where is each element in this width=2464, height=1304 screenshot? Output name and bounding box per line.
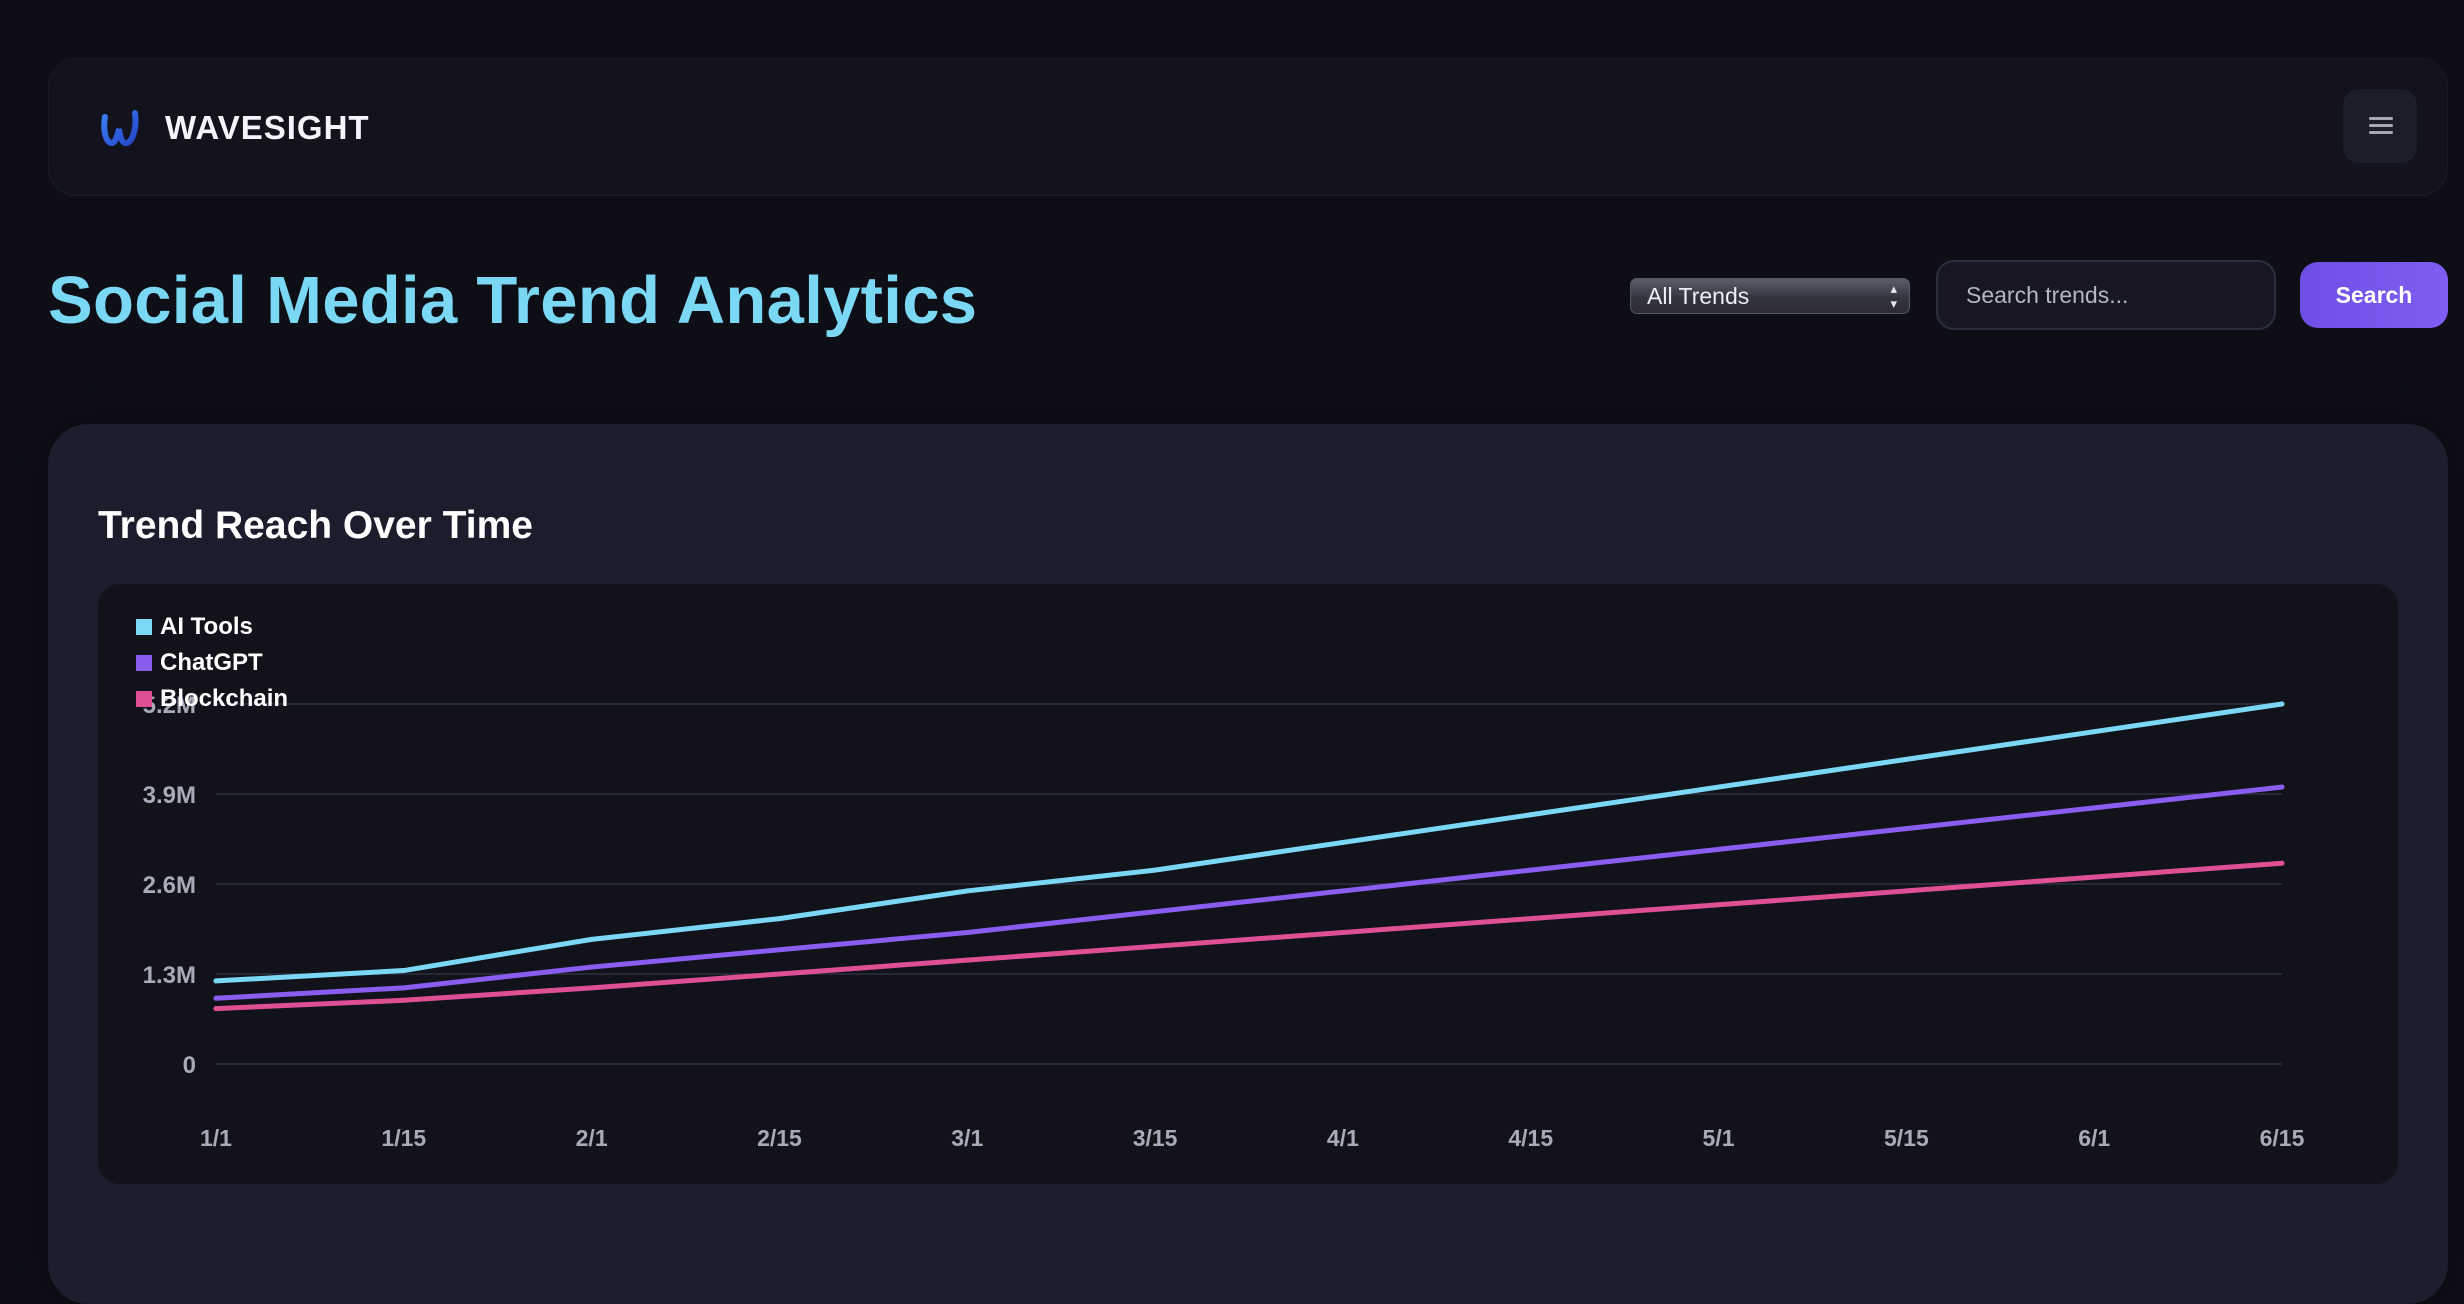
data-point [1340, 929, 1346, 935]
x-tick-label: 1/1 [200, 1125, 232, 1151]
trend-chart-card: Trend Reach Over Time 0 1.3M 2.6M 3.9M 5.2M 1… [48, 424, 2448, 1304]
y-tick-label: 1.3M [143, 962, 196, 989]
data-point [2091, 874, 2097, 880]
y-tick-label: 0 [183, 1052, 196, 1079]
data-point [1152, 943, 1158, 949]
x-tick-label: 2/15 [757, 1125, 802, 1151]
data-point [401, 968, 407, 974]
data-point [1716, 784, 1722, 790]
x-tick-label: 2/1 [576, 1125, 608, 1151]
data-point [589, 985, 595, 991]
data-point [2091, 729, 2097, 735]
trend-line-chart: 01.3M2.6M3.9M5.2M1/1 1/15 2/1 2/15 3/1 3/15 4/… [136, 613, 2305, 1151]
data-point [1528, 867, 1534, 873]
data-point [401, 985, 407, 991]
data-point [213, 1006, 219, 1012]
x-tick-label: 1/15 [381, 1125, 426, 1151]
x-tick-label: 3/15 [1133, 1125, 1178, 1151]
data-point [1340, 888, 1346, 894]
data-point [401, 997, 407, 1003]
data-point [1528, 812, 1534, 818]
data-point [964, 888, 970, 894]
x-tick-label: 5/15 [1884, 1125, 1929, 1151]
x-tick-label: 5/1 [1703, 1125, 1735, 1151]
x-tick-label: 6/15 [2260, 1125, 2305, 1151]
data-point [2091, 805, 2097, 811]
data-point [1716, 846, 1722, 852]
x-tick-label: 3/1 [951, 1125, 983, 1151]
legend-swatch [136, 691, 152, 707]
series-line [213, 860, 2285, 1012]
top-navbar: WAVESIGHT [48, 58, 2448, 196]
data-point [213, 995, 219, 1001]
data-point [776, 971, 782, 977]
select-arrows-icon: ▴ ▾ [1890, 281, 1897, 311]
hamburger-menu-icon[interactable] [2343, 89, 2417, 163]
x-tick-label: 4/1 [1327, 1125, 1359, 1151]
data-point [1152, 909, 1158, 915]
data-point [776, 947, 782, 953]
legend-label: AI Tools [160, 613, 253, 640]
data-point [2279, 784, 2285, 790]
y-tick-label: 2.6M [143, 872, 196, 899]
legend-label: ChatGPT [160, 649, 263, 676]
data-point [1152, 867, 1158, 873]
data-point [964, 957, 970, 963]
wave-w-logo-icon[interactable] [99, 107, 141, 149]
data-point [1903, 888, 1909, 894]
search-button[interactable]: Search [2300, 262, 2448, 328]
page-title: Social Media Trend Analytics [48, 263, 978, 338]
series-line [213, 784, 2285, 1001]
data-point [1340, 839, 1346, 845]
x-tick-label: 6/1 [2078, 1125, 2110, 1151]
data-point [589, 936, 595, 942]
chart-container: 0 1.3M 2.6M 3.9M 5.2M 1/1 1/15 2/1 2/15 3/1 3/15 4/… [98, 584, 2398, 1184]
x-tick-label: 4/15 [1508, 1125, 1553, 1151]
data-point [1903, 826, 1909, 832]
trend-filter-select[interactable]: All Trends ▴ ▾ [1630, 278, 1910, 314]
data-point [213, 978, 219, 984]
data-point [589, 964, 595, 970]
legend-label: Blockchain [160, 685, 288, 712]
data-point [2279, 860, 2285, 866]
data-point [964, 929, 970, 935]
legend-swatch [136, 619, 152, 635]
data-point [1528, 916, 1534, 922]
data-point [2279, 701, 2285, 707]
legend-swatch [136, 655, 152, 671]
y-tick-label: 3.9M [143, 782, 196, 809]
trend-filter-value: All Trends [1647, 283, 1750, 309]
data-point [1903, 756, 1909, 762]
search-input[interactable] [1936, 260, 2276, 330]
chart-card-title: Trend Reach Over Time [98, 504, 533, 547]
data-point [776, 916, 782, 922]
data-point [1716, 902, 1722, 908]
brand-name[interactable]: WAVESIGHT [165, 107, 370, 149]
